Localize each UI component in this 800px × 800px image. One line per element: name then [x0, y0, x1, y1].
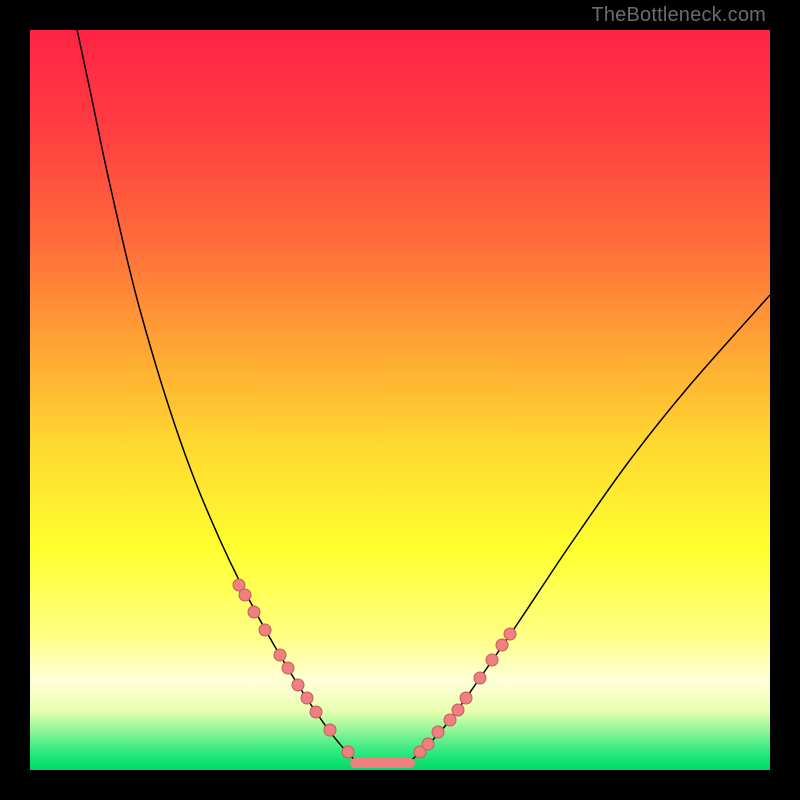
chart-svg	[30, 30, 770, 770]
data-point	[274, 649, 286, 661]
data-point	[292, 679, 304, 691]
data-point	[239, 589, 251, 601]
data-point	[504, 628, 516, 640]
chart-area	[30, 30, 770, 770]
data-point	[432, 726, 444, 738]
data-point	[496, 639, 508, 651]
data-point	[310, 706, 322, 718]
watermark-text: TheBottleneck.com	[591, 4, 766, 27]
data-point	[324, 724, 336, 736]
data-point	[259, 624, 271, 636]
data-point	[301, 692, 313, 704]
data-point	[452, 704, 464, 716]
data-point	[342, 746, 354, 758]
data-point	[486, 654, 498, 666]
data-point	[444, 714, 456, 726]
curve-left	[75, 30, 361, 766]
data-point	[248, 606, 260, 618]
data-point	[460, 692, 472, 704]
curve-right	[403, 295, 770, 766]
dots-left-group	[233, 579, 354, 758]
data-point	[422, 738, 434, 750]
data-point	[474, 672, 486, 684]
data-point	[282, 662, 294, 674]
dots-right-group	[414, 628, 516, 758]
